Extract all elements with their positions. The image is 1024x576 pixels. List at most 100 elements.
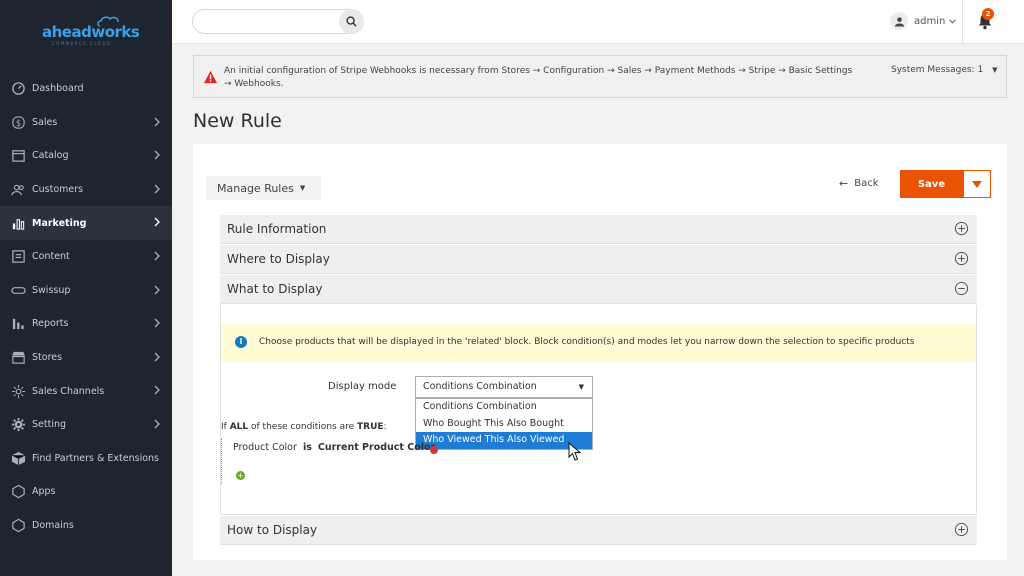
search-input[interactable] <box>192 9 364 34</box>
rule-form-card: Manage Rules ▼ ← Back Save Rule Informat… <box>193 144 1007 560</box>
top-bar: admin 2 <box>172 0 1024 44</box>
caret-down-icon <box>972 180 982 188</box>
chevron-right-icon <box>154 385 160 395</box>
sidebar-item-stores[interactable]: Stores <box>0 341 172 375</box>
display-mode-option-highlighted[interactable]: Who Viewed This Also Viewed <box>416 432 592 449</box>
sidebar-item-swissup[interactable]: Swissup <box>0 274 172 308</box>
sidebar-item-extensions[interactable]: Find Partners & Extensions <box>0 442 172 476</box>
user-name: admin <box>914 15 946 27</box>
sidebar-item-label: Customers <box>32 184 84 196</box>
system-messages-counter[interactable]: System Messages: 1 ▼ <box>891 65 997 75</box>
conditions-aggregator[interactable]: ALL <box>230 422 248 432</box>
chevron-right-icon <box>154 419 160 429</box>
expand-icon <box>954 251 969 266</box>
notification-badge: 2 <box>982 8 994 20</box>
manage-rules-label: Manage Rules <box>217 181 294 195</box>
display-mode-option[interactable]: Who Bought This Also Bought <box>416 416 592 433</box>
sidebar-item-customers[interactable]: Customers <box>0 173 172 207</box>
display-mode-label: Display mode <box>328 381 397 392</box>
sidebar-item-reports[interactable]: Reports <box>0 307 172 341</box>
sidebar-item-label: Sales <box>32 116 58 128</box>
sidebar-item-label: Apps <box>32 486 56 498</box>
sidebar-item-label: Marketing <box>32 217 87 229</box>
chevron-right-icon <box>154 217 160 227</box>
sidebar-item-label: Reports <box>32 318 69 330</box>
save-options-button[interactable] <box>963 170 991 198</box>
system-message: An initial configuration of Stripe Webho… <box>193 55 1007 98</box>
sidebar-item-domains[interactable]: Domains <box>0 509 172 543</box>
catalog-icon <box>10 148 26 164</box>
domains-icon <box>10 518 26 534</box>
chevron-right-icon <box>154 117 160 127</box>
chevron-down-icon <box>949 18 957 24</box>
search-button[interactable] <box>339 9 364 34</box>
section-rule-information[interactable]: Rule Information <box>220 215 977 244</box>
section-title: Rule Information <box>227 222 327 236</box>
section-what-to-display[interactable]: What to Display <box>220 275 977 304</box>
display-mode-value: Conditions Combination <box>423 381 537 392</box>
chevron-right-icon <box>154 318 160 328</box>
swissup-icon <box>10 282 26 298</box>
manage-rules-button[interactable]: Manage Rules ▼ <box>206 176 321 200</box>
conditions-tree-line <box>221 438 222 484</box>
sidebar-item-apps[interactable]: Apps <box>0 475 172 509</box>
condition-value[interactable]: Current Product Color <box>318 442 435 453</box>
sidebar-item-label: Content <box>32 251 70 263</box>
user-icon <box>890 12 908 30</box>
conditions-prefix: If <box>221 422 227 432</box>
apps-icon <box>10 484 26 500</box>
chevron-right-icon <box>154 352 160 362</box>
conditions-middle: of these conditions are <box>251 422 355 432</box>
remove-condition-icon[interactable] <box>430 446 438 454</box>
collapse-icon <box>954 281 969 296</box>
sidebar-item-setting[interactable]: Setting <box>0 408 172 442</box>
section-title: Where to Display <box>227 252 330 266</box>
sidebar-item-label: Catalog <box>32 150 69 162</box>
mouse-cursor-icon <box>568 442 582 461</box>
dollar-icon: $ <box>10 114 26 130</box>
brand-tagline: COMMERCE CLOUD <box>52 41 112 46</box>
system-message-text: An initial configuration of Stripe Webho… <box>224 66 853 89</box>
sidebar-item-catalog[interactable]: Catalog <box>0 139 172 173</box>
sidebar-item-label: Setting <box>32 419 67 431</box>
info-message: i Choose products that will be displayed… <box>221 324 976 362</box>
info-icon: i <box>235 336 247 348</box>
conditions-suffix: : <box>383 422 387 432</box>
back-button[interactable]: ← Back <box>839 177 879 190</box>
warning-icon <box>203 70 218 84</box>
content-icon <box>10 249 26 265</box>
section-where-to-display[interactable]: Where to Display <box>220 245 977 274</box>
display-mode-option[interactable]: Conditions Combination <box>416 399 592 416</box>
brand-logo[interactable]: aheadworks COMMERCE CLOUD <box>38 14 140 46</box>
chevron-right-icon <box>154 285 160 295</box>
caret-down-icon: ▼ <box>578 383 584 391</box>
reports-icon <box>10 316 26 332</box>
section-title: How to Display <box>227 523 318 537</box>
stores-icon <box>10 350 26 366</box>
search-icon <box>346 16 357 27</box>
customers-icon <box>10 182 26 198</box>
chevron-right-icon <box>154 184 160 194</box>
condition-operator[interactable]: is <box>303 442 312 453</box>
sidebar: aheadworks COMMERCE CLOUD Dashboard $ Sa… <box>0 0 172 576</box>
section-how-to-display[interactable]: How to Display <box>220 516 977 545</box>
sidebar-item-sales[interactable]: $ Sales <box>0 106 172 140</box>
user-menu[interactable]: admin <box>890 12 957 30</box>
display-mode-options: Conditions Combination Who Bought This A… <box>415 398 593 450</box>
system-messages-label: System Messages: 1 <box>891 65 984 75</box>
sidebar-item-marketing[interactable]: Marketing <box>0 206 172 240</box>
conditions-header: If ALL of these conditions are TRUE: <box>221 422 387 432</box>
page-title: New Rule <box>193 110 282 132</box>
chevron-right-icon <box>154 251 160 261</box>
condition-row: Product Color is Current Product Color <box>233 442 435 453</box>
save-button[interactable]: Save <box>900 170 963 198</box>
sidebar-item-dashboard[interactable]: Dashboard <box>0 72 172 106</box>
sidebar-item-content[interactable]: Content <box>0 240 172 274</box>
conditions-value[interactable]: TRUE <box>357 422 384 432</box>
caret-down-icon: ▼ <box>992 66 998 74</box>
display-mode-select[interactable]: Conditions Combination ▼ <box>415 376 593 398</box>
sidebar-item-sales-channels[interactable]: Sales Channels <box>0 374 172 408</box>
sales-channels-icon <box>10 383 26 399</box>
dashboard-icon <box>10 81 26 97</box>
add-condition-icon[interactable]: + <box>236 471 245 480</box>
